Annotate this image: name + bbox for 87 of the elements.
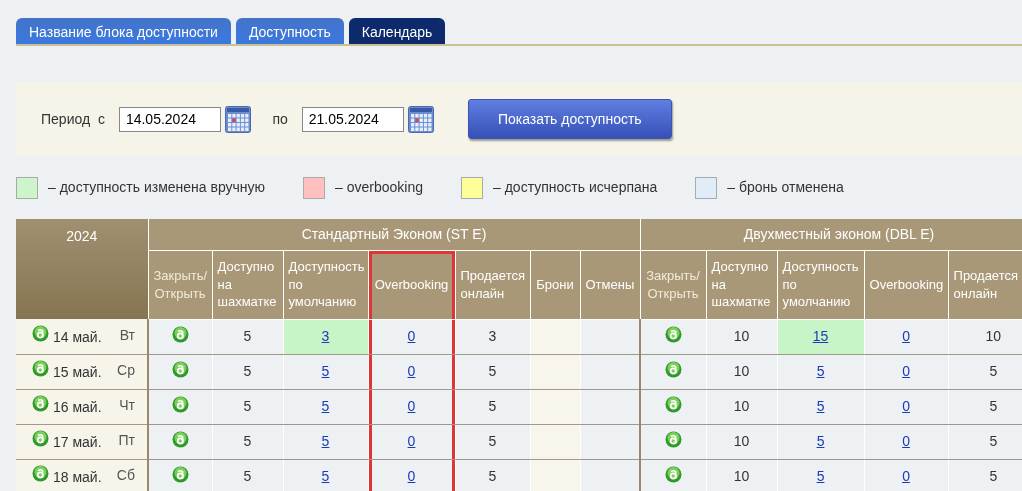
- column-header: Закрыть/ Открыть: [148, 250, 212, 319]
- status-icon[interactable]: [171, 360, 189, 378]
- period-label: Период с: [41, 109, 105, 129]
- availability-link[interactable]: 15: [812, 328, 829, 344]
- room-header: Стандартный Эконом (ST E): [148, 219, 641, 250]
- column-header: Продается онлайн: [455, 250, 530, 319]
- date-from-field[interactable]: 14.05.2024: [118, 106, 221, 132]
- column-header: Отмены: [580, 250, 641, 319]
- table-cell: 10: [706, 424, 778, 459]
- status-icon[interactable]: [171, 395, 189, 413]
- status-icon[interactable]: [664, 360, 682, 378]
- table-cell: 5: [948, 354, 1022, 389]
- show-availability-button[interactable]: Показать доступность: [467, 99, 672, 139]
- column-header: Overbooking: [368, 250, 455, 319]
- date-text: 18 май.: [53, 469, 102, 485]
- availability-link[interactable]: 5: [816, 433, 825, 449]
- date-text: 16 май.: [53, 399, 102, 415]
- tab[interactable]: Доступность: [235, 18, 344, 44]
- legend-label: – бронь отменена: [727, 178, 844, 197]
- availability-link[interactable]: 5: [816, 363, 825, 379]
- status-icon[interactable]: [32, 395, 49, 412]
- table-cell: 5: [212, 354, 283, 389]
- status-icon[interactable]: [32, 430, 49, 447]
- calendar-icon[interactable]: [224, 105, 251, 133]
- table-cell: 10: [948, 319, 1022, 354]
- calendar-icon[interactable]: [407, 105, 434, 133]
- table-cell: 10: [706, 389, 778, 424]
- column-header: Доступность по умолчанию: [283, 250, 368, 319]
- availability-link[interactable]: 3: [321, 328, 330, 344]
- overbooking-link[interactable]: 0: [902, 398, 910, 414]
- weekday-text: Ср: [117, 361, 135, 380]
- tab[interactable]: Название блока доступности: [16, 18, 231, 44]
- table-cell: 10: [706, 459, 778, 491]
- overbooking-link[interactable]: 0: [407, 433, 416, 449]
- table-cell: 5: [948, 424, 1022, 459]
- table-cell: 5: [948, 459, 1022, 491]
- table-cell: 5: [212, 389, 283, 424]
- overbooking-link[interactable]: 0: [407, 328, 416, 344]
- to-label: по: [272, 109, 288, 129]
- overbooking-link[interactable]: 0: [902, 328, 910, 344]
- table-cell: 5: [948, 389, 1022, 424]
- column-header: Доступно на шахматке: [706, 250, 778, 319]
- overbooking-link[interactable]: 0: [407, 468, 416, 484]
- availability-link[interactable]: 5: [321, 468, 330, 484]
- legend-label: – доступность изменена вручную: [48, 178, 266, 197]
- availability-link[interactable]: 5: [816, 398, 825, 414]
- overbooking-link[interactable]: 0: [902, 363, 910, 379]
- status-icon[interactable]: [664, 465, 682, 483]
- weekday-text: Вт: [119, 325, 135, 345]
- column-header: Overbooking: [864, 250, 949, 319]
- overbooking-link[interactable]: 0: [407, 398, 416, 414]
- weekday-text: Пт: [118, 431, 135, 450]
- column-header: Доступность по умолчанию: [777, 250, 865, 319]
- status-icon[interactable]: [664, 325, 682, 343]
- status-icon[interactable]: [171, 465, 189, 483]
- availability-link[interactable]: 5: [321, 398, 330, 414]
- overbooking-link[interactable]: 0: [407, 363, 416, 379]
- availability-link[interactable]: 5: [321, 363, 330, 379]
- status-icon[interactable]: [664, 430, 682, 448]
- status-icon[interactable]: [664, 395, 682, 413]
- room-header: Двухместный эконом (DBL E): [640, 219, 1022, 250]
- column-header: Брони: [530, 250, 580, 319]
- table-cell: 5: [212, 459, 283, 491]
- availability-link[interactable]: 5: [321, 433, 330, 449]
- status-icon[interactable]: [32, 465, 49, 482]
- date-to-field[interactable]: 21.05.2024: [301, 106, 404, 132]
- date-text: 15 май.: [53, 364, 102, 380]
- column-header: Доступно на шахматке: [212, 250, 283, 319]
- table-cell: 5: [212, 424, 283, 459]
- status-icon[interactable]: [171, 325, 189, 343]
- column-header: Продается онлайн: [948, 250, 1022, 319]
- status-icon[interactable]: [32, 360, 49, 377]
- weekday-text: Сб: [116, 466, 135, 485]
- overbooking-link[interactable]: 0: [902, 468, 910, 484]
- year-header: 2024: [16, 219, 148, 319]
- status-icon[interactable]: [32, 324, 49, 342]
- legend-label: – overbooking: [335, 178, 423, 197]
- status-icon[interactable]: [171, 430, 189, 448]
- column-header: Закрыть/ Открыть: [640, 250, 707, 319]
- date-text: 14 май.: [53, 328, 102, 345]
- tab[interactable]: Календарь: [348, 18, 446, 44]
- availability-link[interactable]: 5: [816, 468, 825, 484]
- overbooking-link[interactable]: 0: [902, 433, 910, 449]
- date-text: 17 май.: [53, 434, 102, 450]
- legend-label: – доступность исчерпана: [493, 178, 658, 197]
- table-cell: 10: [706, 354, 778, 389]
- weekday-text: Чт: [119, 396, 135, 415]
